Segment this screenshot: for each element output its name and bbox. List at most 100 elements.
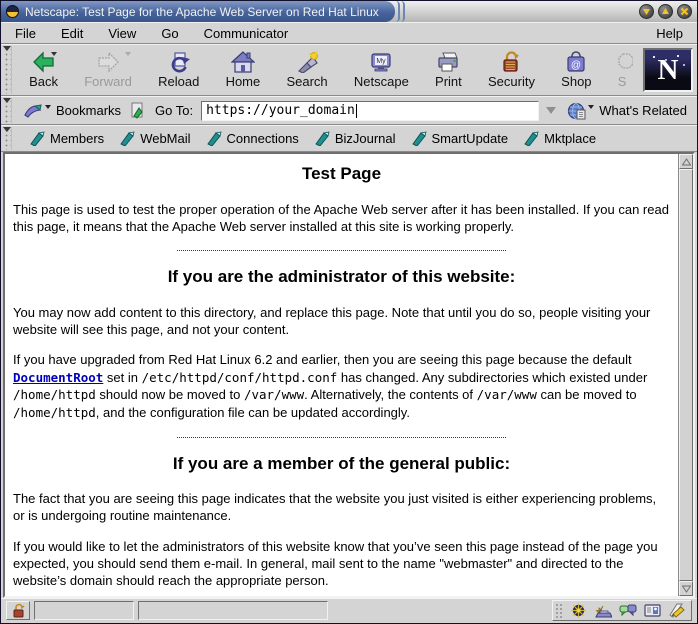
address-book-button[interactable] [644,603,661,618]
print-icon [436,51,460,73]
goto-label: Go To: [155,103,193,118]
security-lock-icon [499,51,523,73]
menu-communicator[interactable]: Communicator [204,26,289,41]
shop-bag-icon: @ [564,51,588,73]
menu-help[interactable]: Help [656,26,683,41]
inbox-button[interactable] [594,603,612,618]
netscape-throbber-logo[interactable]: N [643,48,693,92]
personal-link-smartupdate[interactable]: SmartUpdate [411,131,509,146]
scrollbar-thumb[interactable] [679,169,693,581]
admin-paragraph-2: If you have upgraded from Red Hat Linux … [13,351,670,421]
home-icon [231,51,255,73]
menu-go[interactable]: Go [161,26,178,41]
forward-button[interactable]: Forward [79,50,137,90]
toolbar-grip[interactable] [3,46,12,94]
bookmark-pen-icon [411,131,427,146]
stop-icon [618,51,633,73]
personal-link-members[interactable]: Members [29,131,104,146]
ship-wheel-icon [570,603,587,618]
url-input[interactable]: https://your_domain [201,101,539,121]
toolbar-grip[interactable] [3,98,12,123]
maximize-button[interactable] [658,4,673,19]
reload-button[interactable]: Reload [153,50,204,90]
bookmark-pen-icon [314,131,330,146]
text-cursor [356,104,357,118]
shop-button[interactable]: @ Shop [556,50,596,90]
inbox-icon [594,603,612,618]
scroll-down-icon [682,585,691,593]
arrow-up-icon [661,7,670,16]
speech-bubbles-icon [619,603,637,618]
discussions-button[interactable] [619,603,637,618]
titlebar-right [405,1,697,22]
stop-button[interactable]: S [613,50,633,90]
reload-icon [167,51,191,73]
path-var-www: /var/www [477,387,537,402]
security-status-button[interactable] [6,601,30,620]
composer-button[interactable] [668,603,686,618]
bookmark-pen-icon [29,131,45,146]
scroll-up-button[interactable] [679,154,693,169]
titlebar[interactable]: Netscape: Test Page for the Apache Web S… [1,1,697,22]
menu-file[interactable]: File [15,26,36,41]
page-content: Test Page This page is used to test the … [5,154,678,596]
menu-view[interactable]: View [108,26,136,41]
path-var-www: /var/www [244,387,304,402]
location-proxy-icon[interactable] [130,102,144,119]
search-icon [295,51,319,73]
open-padlock-icon [12,603,25,618]
scroll-down-button[interactable] [679,581,693,596]
public-section-heading: If you are a member of the general publi… [13,453,670,476]
toolbar-grip[interactable] [3,127,12,150]
whats-related-globe-icon [567,102,586,120]
print-button[interactable]: Print [430,50,467,90]
menu-edit[interactable]: Edit [61,26,83,41]
window-title: Netscape: Test Page for the Apache Web S… [25,5,379,19]
arrow-down-icon [642,7,651,16]
netscape-window: Netscape: Test Page for the Apache Web S… [0,0,698,624]
documentroot-link[interactable]: DocumentRoot [13,370,103,385]
close-button[interactable] [677,4,692,19]
titlebar-pill: Netscape: Test Page for the Apache Web S… [1,1,395,22]
component-bar [552,600,692,621]
address-book-icon [644,603,661,618]
whats-related-button[interactable]: What's Related [563,101,691,121]
path-home-httpd: /home/httpd [13,387,96,402]
navigation-toolbar: Back Forward Reload [1,44,697,96]
path-home-httpd: /home/httpd [13,405,96,420]
progress-bar [34,601,134,620]
close-icon [680,7,689,16]
bookmark-pen-icon [206,131,222,146]
navigator-button[interactable] [570,603,587,618]
minimize-button[interactable] [639,4,654,19]
personal-link-bizjournal[interactable]: BizJournal [314,131,396,146]
url-history-dropdown[interactable] [544,101,558,121]
personal-link-mktplace[interactable]: Mktplace [523,131,596,146]
window-menu-icon[interactable] [6,5,19,18]
back-button[interactable]: Back [24,50,63,90]
vertical-scrollbar[interactable] [678,154,693,596]
toolbar-buttons: Back Forward Reload [14,45,643,95]
personal-link-connections[interactable]: Connections [206,131,299,146]
bookmarks-button[interactable]: Bookmarks [19,101,125,120]
admin-section-heading: If you are the administrator of this web… [13,266,670,289]
page-title: Test Page [13,163,670,186]
intro-paragraph: This page is used to test the proper ope… [13,201,670,236]
divider [177,250,506,251]
dropdown-caret [588,105,594,109]
home-button[interactable]: Home [221,50,266,90]
personal-toolbar: Members WebMail Connections BizJournal S… [1,125,697,152]
forward-icon [96,51,120,73]
scroll-up-icon [682,158,691,166]
dropdown-caret [45,105,51,109]
svg-text:My: My [377,58,387,65]
component-bar-grip[interactable] [555,603,563,618]
bookmark-pen-icon [523,131,539,146]
security-button[interactable]: Security [483,50,540,90]
personal-link-webmail[interactable]: WebMail [119,131,190,146]
menubar: File Edit View Go Communicator Help [1,22,697,44]
netscape-button[interactable]: My Netscape [349,50,414,90]
url-text: https://your_domain [206,103,355,118]
dropdown-caret [51,52,57,56]
search-button[interactable]: Search [281,50,332,90]
